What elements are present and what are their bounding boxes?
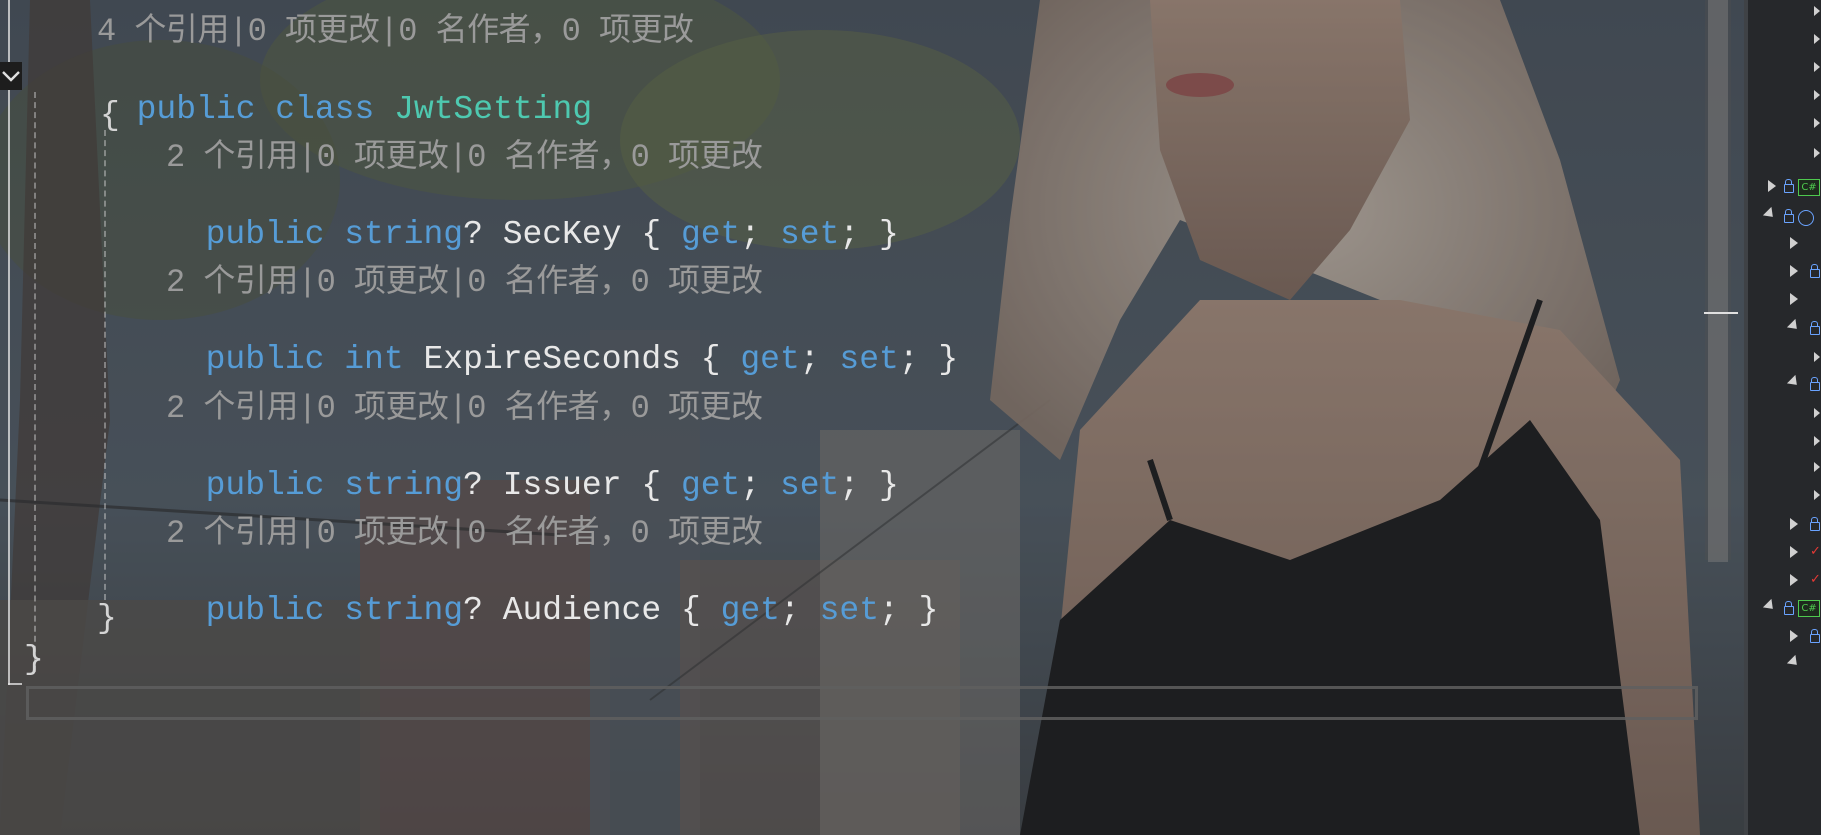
accessor-get: get: [680, 467, 741, 504]
keyword-public: public: [205, 216, 325, 253]
keyword-public: public: [136, 91, 256, 128]
nullable-mark: ?: [463, 592, 483, 629]
class-name: JwtSetting: [394, 91, 593, 128]
accessor-set: set: [779, 467, 840, 504]
expand-arrow-icon[interactable]: [1814, 6, 1820, 16]
expand-arrow-icon[interactable]: [1814, 408, 1820, 418]
keyword-class: class: [275, 91, 375, 128]
accessor-get: get: [680, 216, 741, 253]
lock-icon: [1810, 264, 1820, 278]
collapse-arrow-icon[interactable]: [1762, 598, 1778, 614]
namespace-close-brace: }: [24, 641, 44, 678]
codelens-class[interactable]: 4 个引用|0 项更改|0 名作者，0 项更改: [97, 16, 694, 48]
expand-arrow-icon[interactable]: [1790, 518, 1798, 530]
keyword-public: public: [205, 592, 325, 629]
expand-arrow-icon[interactable]: [1814, 462, 1820, 472]
indent-guide-class: [34, 92, 36, 672]
collapse-toggle[interactable]: [0, 62, 22, 90]
accessor-set: set: [779, 216, 840, 253]
lock-icon: [1810, 377, 1820, 391]
accessor-get: get: [740, 341, 800, 378]
collapse-arrow-icon[interactable]: [1786, 374, 1802, 390]
class-declaration: public class JwtSetting: [97, 60, 593, 128]
expand-arrow-icon[interactable]: [1814, 490, 1820, 500]
checkmark-icon: ✓: [1810, 572, 1821, 587]
expand-arrow-icon[interactable]: [1790, 574, 1798, 586]
expand-arrow-icon[interactable]: [1790, 237, 1798, 249]
property-declaration: public int ExpireSeconds { get; set; }: [205, 341, 959, 378]
property-declaration: public string? Audience { get; set; }: [205, 592, 939, 629]
csharp-file-icon: C#: [1798, 179, 1820, 196]
outer-brace-bracket-bottom: [8, 683, 22, 685]
property-type: string: [344, 216, 464, 253]
collapse-arrow-icon[interactable]: [1786, 654, 1802, 670]
keyword-public: public: [205, 467, 325, 504]
lock-icon: [1810, 629, 1820, 643]
lock-icon: [1784, 601, 1794, 615]
codelens-property[interactable]: 2 个引用|0 项更改|0 名作者，0 项更改: [166, 393, 763, 425]
expand-arrow-icon[interactable]: [1790, 546, 1798, 558]
expand-arrow-icon[interactable]: [1790, 293, 1798, 305]
expand-arrow-icon[interactable]: [1768, 180, 1776, 192]
class-close-brace: }: [97, 600, 117, 637]
property-declaration: public string? Issuer { get; set; }: [205, 467, 899, 504]
nullable-mark: ?: [463, 467, 483, 504]
codelens-property[interactable]: 2 个引用|0 项更改|0 名作者，0 项更改: [166, 267, 763, 299]
expand-arrow-icon[interactable]: [1814, 436, 1820, 446]
expand-arrow-icon[interactable]: [1814, 148, 1820, 158]
lock-icon: [1810, 321, 1820, 335]
codelens-property[interactable]: 2 个引用|0 项更改|0 名作者，0 项更改: [166, 142, 763, 174]
indent-guide-members: [104, 130, 106, 600]
class-open-brace: {: [100, 97, 120, 134]
current-line-highlight: [26, 686, 1698, 720]
property-declaration: public string? SecKey { get; set; }: [205, 216, 899, 253]
accessor-set: set: [839, 341, 899, 378]
solution-explorer-panel: C# ✓ ✓ C#: [1748, 0, 1821, 835]
expand-arrow-icon[interactable]: [1814, 118, 1820, 128]
property-type: string: [344, 592, 464, 629]
expand-arrow-icon[interactable]: [1814, 352, 1820, 362]
accessor-get: get: [720, 592, 780, 629]
collapse-arrow-icon[interactable]: [1762, 206, 1778, 222]
expand-arrow-icon[interactable]: [1814, 34, 1820, 44]
keyword-public: public: [205, 341, 325, 378]
lock-icon: [1784, 179, 1794, 193]
lock-icon: [1784, 209, 1794, 223]
scroll-position-marker: [1704, 312, 1738, 314]
property-type: string: [344, 467, 464, 504]
globe-icon: [1798, 210, 1814, 226]
csharp-file-icon: C#: [1798, 600, 1820, 617]
outer-brace-bracket-vertical: [8, 0, 10, 685]
accessor-set: set: [819, 592, 880, 629]
editor-scrollbar-thumb[interactable]: [1708, 0, 1728, 562]
property-name: Audience: [502, 592, 662, 629]
expand-arrow-icon[interactable]: [1790, 265, 1798, 277]
chevron-down-icon: [2, 71, 20, 82]
nullable-mark: ?: [463, 216, 483, 253]
lock-icon: [1810, 517, 1820, 531]
property-name: Issuer: [502, 467, 622, 504]
collapse-arrow-icon[interactable]: [1786, 318, 1802, 334]
codelens-property[interactable]: 2 个引用|0 项更改|0 名作者，0 项更改: [166, 518, 763, 550]
property-name: ExpireSeconds: [423, 341, 681, 378]
property-type: int: [344, 341, 404, 378]
property-name: SecKey: [502, 216, 622, 253]
expand-arrow-icon[interactable]: [1814, 90, 1820, 100]
checkmark-icon: ✓: [1810, 544, 1821, 559]
expand-arrow-icon[interactable]: [1814, 62, 1820, 72]
expand-arrow-icon[interactable]: [1790, 630, 1798, 642]
